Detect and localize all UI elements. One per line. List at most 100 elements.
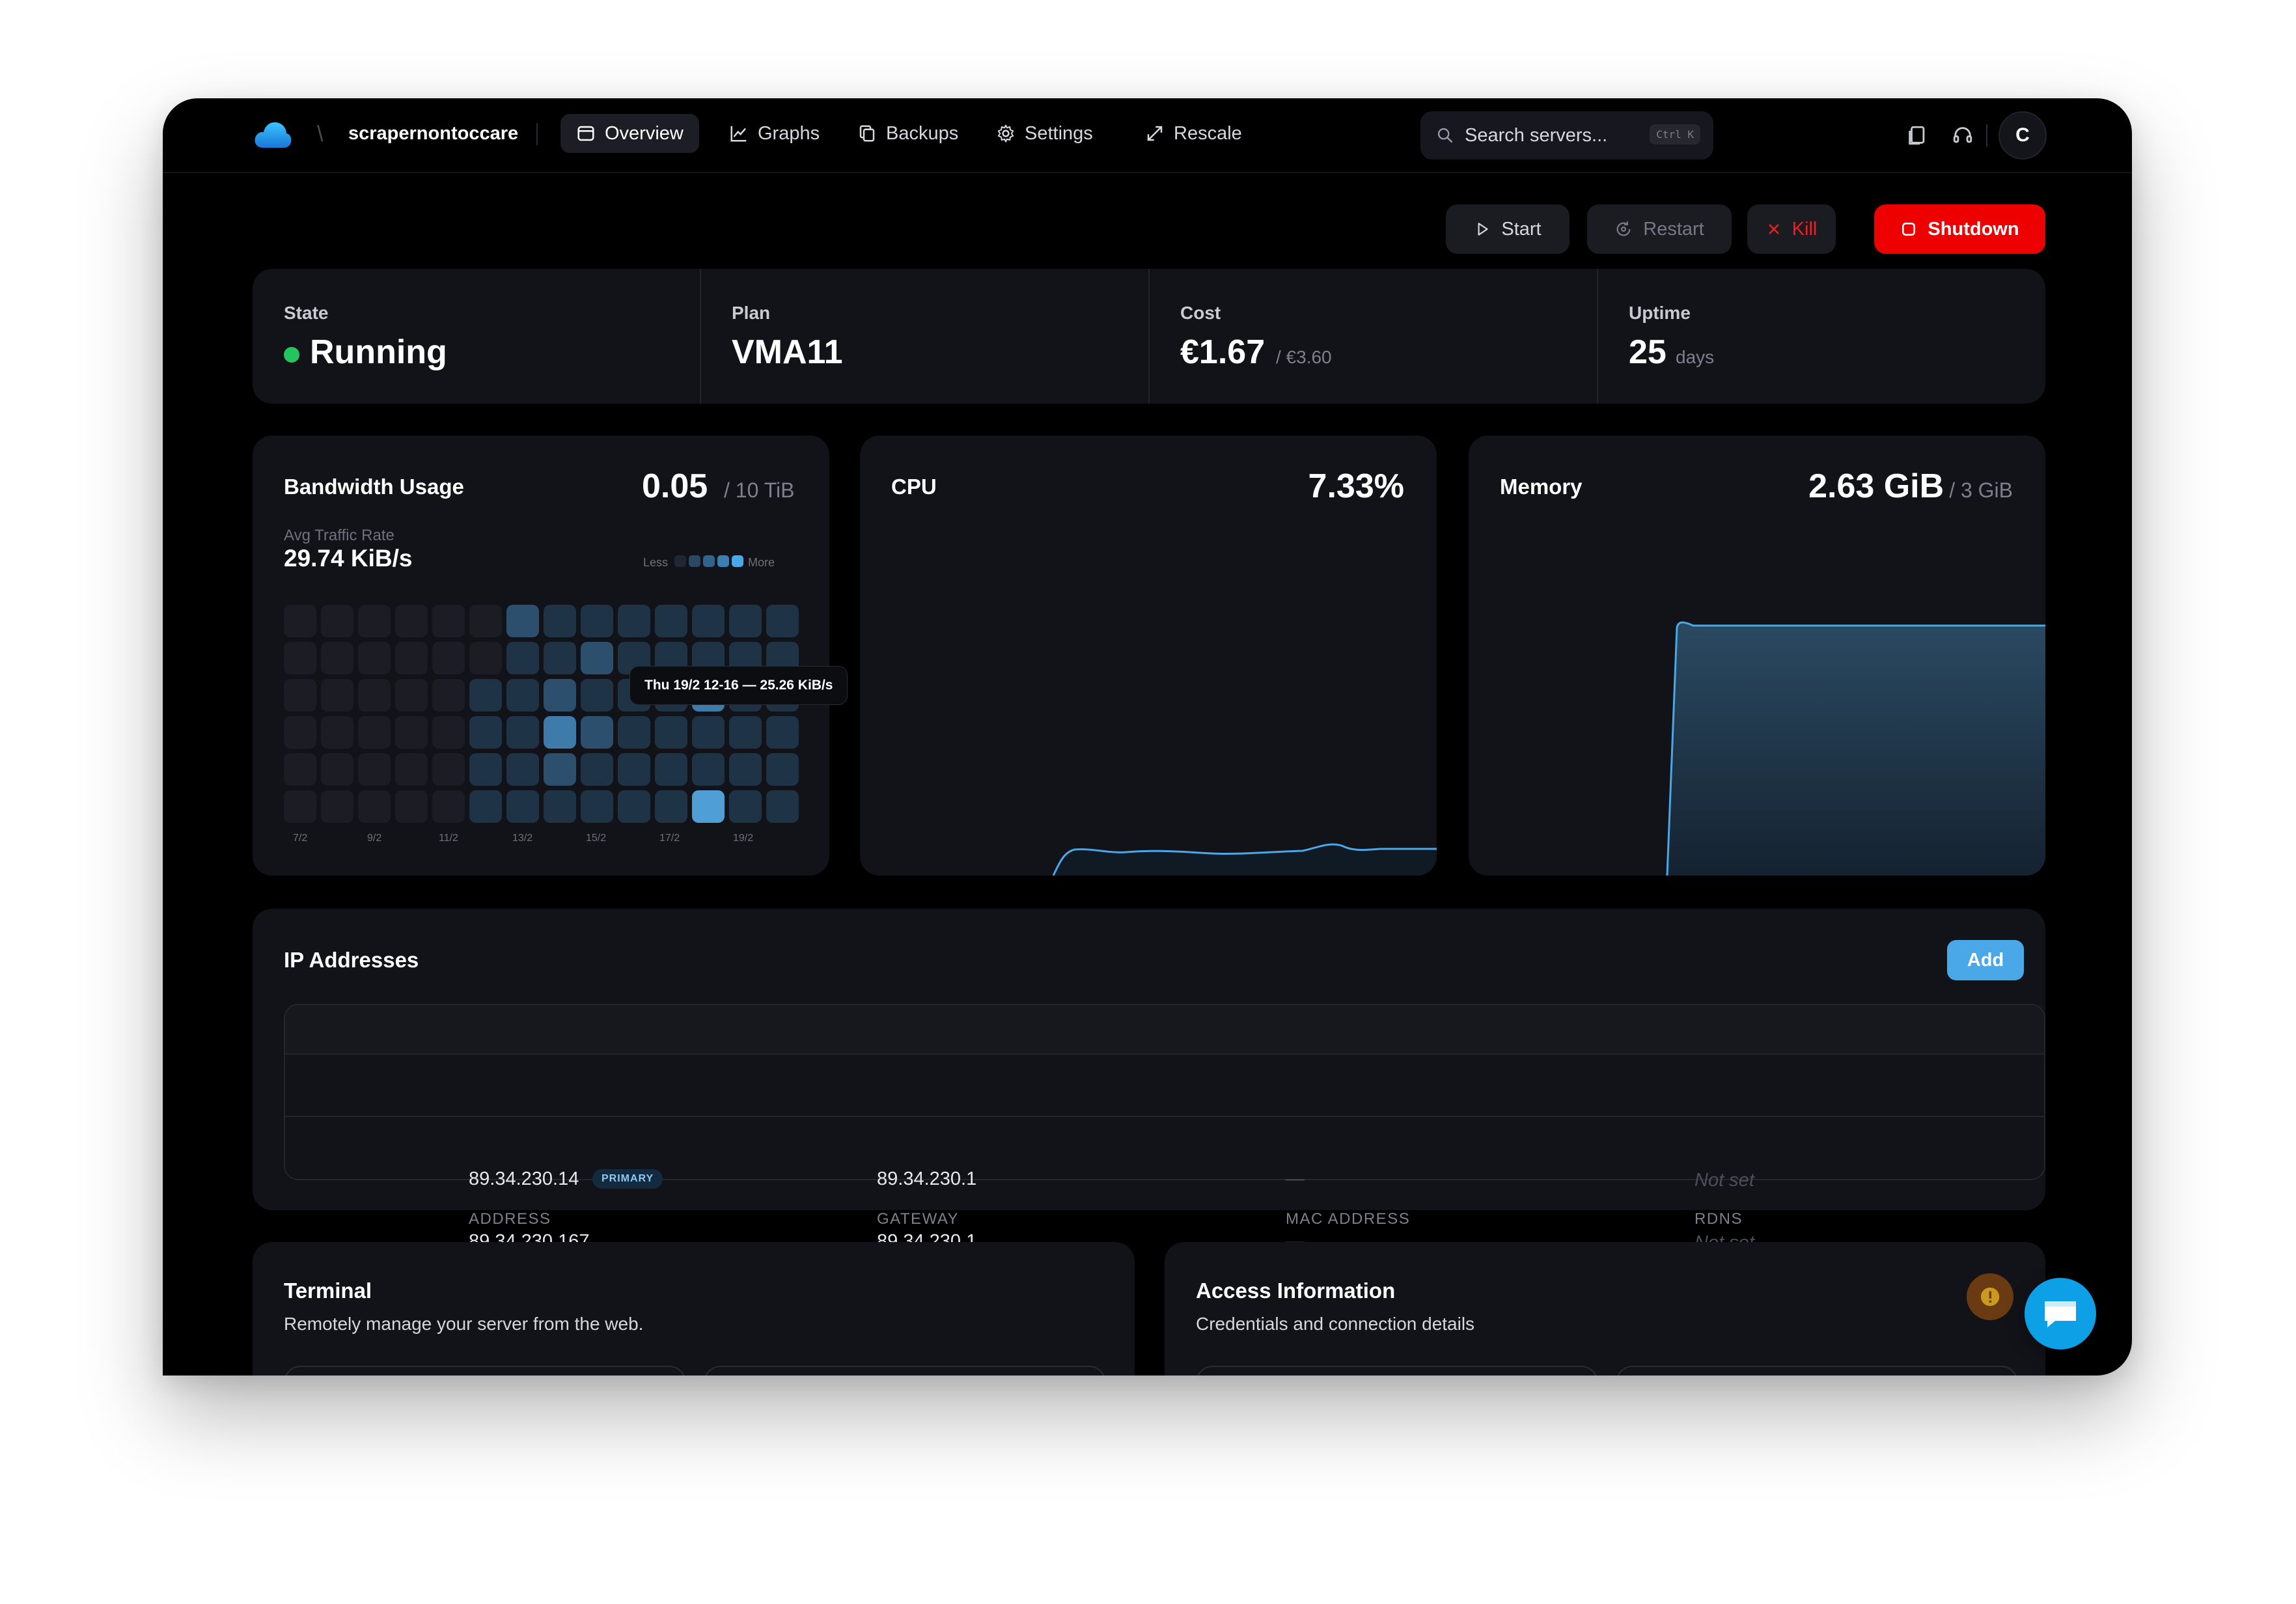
heatmap-cell[interactable] xyxy=(506,679,539,712)
tab-rescale[interactable]: Rescale xyxy=(1129,114,1258,153)
ip-address[interactable]: 89.34.230.14 xyxy=(469,1168,579,1190)
access-option-2[interactable] xyxy=(1616,1366,2018,1376)
heatmap-cell[interactable] xyxy=(469,753,502,786)
more-options-icon[interactable] xyxy=(2131,1234,2132,1256)
add-ip-button[interactable]: Add xyxy=(1947,940,2024,980)
heatmap-cell[interactable] xyxy=(358,679,391,712)
heatmap-cell[interactable] xyxy=(544,716,576,749)
heatmap-cell[interactable] xyxy=(581,605,613,637)
heatmap-cell[interactable] xyxy=(395,753,428,786)
heatmap-cell[interactable] xyxy=(544,753,576,786)
tab-backups[interactable]: Backups xyxy=(842,114,974,153)
heatmap-cell[interactable] xyxy=(469,716,502,749)
heatmap-cell[interactable] xyxy=(284,605,316,637)
heatmap-cell[interactable] xyxy=(766,790,799,823)
heatmap-cell[interactable] xyxy=(729,790,762,823)
heatmap-cell[interactable] xyxy=(581,790,613,823)
heatmap-cell[interactable] xyxy=(618,790,650,823)
heatmap-cell[interactable] xyxy=(321,790,353,823)
heatmap-cell[interactable] xyxy=(432,790,465,823)
heatmap-cell[interactable] xyxy=(321,753,353,786)
heatmap-cell[interactable] xyxy=(692,753,725,786)
search-input[interactable]: Search servers... Ctrl K xyxy=(1420,111,1713,159)
heatmap-cell[interactable] xyxy=(655,790,687,823)
heatmap-cell[interactable] xyxy=(581,716,613,749)
shutdown-button[interactable]: Shutdown xyxy=(1874,204,2045,254)
heatmap-cell[interactable] xyxy=(432,642,465,674)
heatmap-cell[interactable] xyxy=(469,679,502,712)
heatmap-cell[interactable] xyxy=(544,642,576,674)
heatmap-cell[interactable] xyxy=(544,605,576,637)
heatmap-cell[interactable] xyxy=(284,790,316,823)
heatmap-cell[interactable] xyxy=(358,605,391,637)
heatmap-cell[interactable] xyxy=(284,679,316,712)
heatmap-cell[interactable] xyxy=(432,716,465,749)
heatmap-cell[interactable] xyxy=(581,753,613,786)
heatmap-cell[interactable] xyxy=(692,605,725,637)
heatmap-cell[interactable] xyxy=(432,753,465,786)
heatmap-cell[interactable] xyxy=(581,642,613,674)
heatmap-cell[interactable] xyxy=(321,679,353,712)
kill-button[interactable]: Kill xyxy=(1747,204,1836,254)
heatmap-cell[interactable] xyxy=(469,790,502,823)
heatmap-cell[interactable] xyxy=(284,642,316,674)
heatmap-cell[interactable] xyxy=(358,753,391,786)
breadcrumb-separator: \ xyxy=(317,122,324,146)
heatmap-cell[interactable] xyxy=(506,642,539,674)
tab-settings[interactable]: Settings xyxy=(980,114,1109,153)
heatmap-cell[interactable] xyxy=(469,605,502,637)
heatmap-cell[interactable] xyxy=(766,605,799,637)
chat-button[interactable] xyxy=(2025,1278,2096,1349)
access-option-1[interactable] xyxy=(1196,1366,1598,1376)
warning-badge[interactable] xyxy=(1967,1273,2013,1320)
cloud-logo-icon[interactable] xyxy=(254,118,292,150)
heatmap-cell[interactable] xyxy=(284,716,316,749)
terminal-option-2[interactable] xyxy=(704,1366,1106,1376)
heatmap-cell[interactable] xyxy=(432,679,465,712)
heatmap-cell[interactable] xyxy=(655,716,687,749)
rdns[interactable]: Not set xyxy=(1694,1170,1754,1191)
heatmap-cell[interactable] xyxy=(469,642,502,674)
heatmap-cell[interactable] xyxy=(618,753,650,786)
heatmap-cell[interactable] xyxy=(506,753,539,786)
heatmap-cell[interactable] xyxy=(284,753,316,786)
heatmap-cell[interactable] xyxy=(506,605,539,637)
heatmap-cell[interactable] xyxy=(358,716,391,749)
heatmap-cell[interactable] xyxy=(618,605,650,637)
heatmap-cell[interactable] xyxy=(655,753,687,786)
heatmap-cell[interactable] xyxy=(766,753,799,786)
tab-graphs[interactable]: Graphs xyxy=(713,114,835,153)
heatmap-cell[interactable] xyxy=(321,716,353,749)
server-name[interactable]: scrapernontoccare xyxy=(348,123,518,145)
document-copy-icon[interactable] xyxy=(1906,124,1928,146)
heatmap-cell[interactable] xyxy=(506,790,539,823)
heatmap-cell[interactable] xyxy=(506,716,539,749)
heatmap-cell[interactable] xyxy=(692,790,725,823)
headset-icon[interactable] xyxy=(1952,124,1974,146)
terminal-option-1[interactable] xyxy=(284,1366,686,1376)
tab-overview[interactable]: Overview xyxy=(560,114,699,153)
heatmap-cell[interactable] xyxy=(395,716,428,749)
heatmap-cell[interactable] xyxy=(395,642,428,674)
heatmap-cell[interactable] xyxy=(358,642,391,674)
heatmap-cell[interactable] xyxy=(692,716,725,749)
start-button[interactable]: Start xyxy=(1446,204,1570,254)
heatmap-cell[interactable] xyxy=(432,605,465,637)
restart-button[interactable]: Restart xyxy=(1587,204,1732,254)
heatmap-cell[interactable] xyxy=(581,679,613,712)
heatmap-cell[interactable] xyxy=(358,790,391,823)
heatmap-cell[interactable] xyxy=(729,716,762,749)
heatmap-cell[interactable] xyxy=(395,605,428,637)
heatmap-cell[interactable] xyxy=(544,790,576,823)
avatar[interactable]: C xyxy=(1999,111,2047,159)
heatmap-cell[interactable] xyxy=(321,605,353,637)
heatmap-cell[interactable] xyxy=(321,642,353,674)
heatmap-cell[interactable] xyxy=(544,679,576,712)
heatmap-cell[interactable] xyxy=(729,605,762,637)
heatmap-cell[interactable] xyxy=(655,605,687,637)
heatmap-cell[interactable] xyxy=(395,790,428,823)
heatmap-cell[interactable] xyxy=(618,716,650,749)
heatmap-cell[interactable] xyxy=(729,753,762,786)
heatmap-cell[interactable] xyxy=(766,716,799,749)
heatmap-cell[interactable] xyxy=(395,679,428,712)
